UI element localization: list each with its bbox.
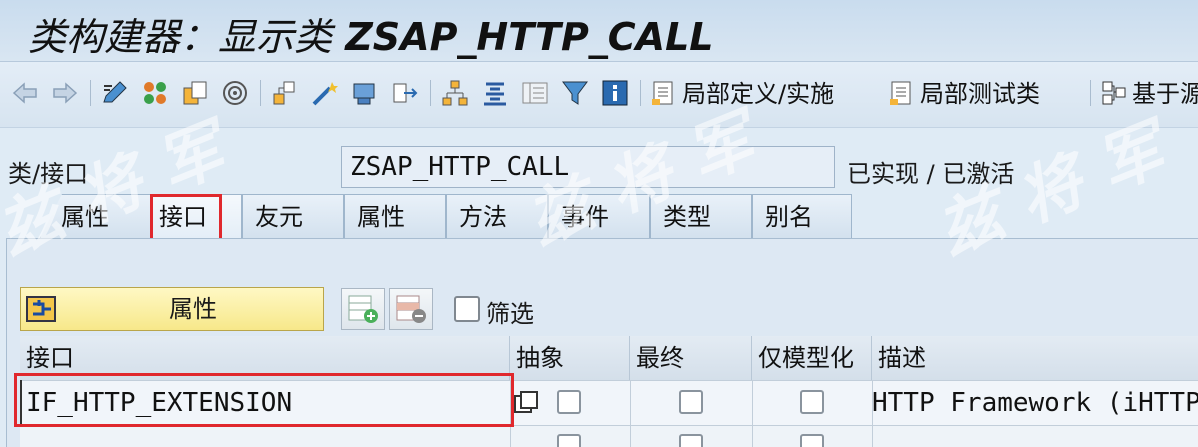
insert-row-button[interactable] xyxy=(341,288,385,330)
title-prefix: 类构建器：显示类 xyxy=(28,15,333,59)
magic-wand-icon[interactable] xyxy=(310,78,340,108)
delete-row-button[interactable] xyxy=(389,288,433,330)
tab-friends[interactable]: 友元 xyxy=(242,194,344,238)
tab-methods[interactable]: 方法 xyxy=(446,194,548,238)
description-cell[interactable]: HTTP Framework (iHTTP xyxy=(872,380,1198,426)
tab-types[interactable]: 类型 xyxy=(650,194,752,238)
table-row xyxy=(20,426,1198,447)
tab-label: 属性 xyxy=(357,203,405,231)
tab-label: 别名 xyxy=(765,203,813,231)
local-test-classes-label: 局部测试类 xyxy=(920,80,1040,108)
local-definitions-label: 局部定义/实施 xyxy=(682,80,835,108)
column-header-abstract[interactable]: 抽象 xyxy=(510,336,630,380)
column-divider xyxy=(752,380,753,447)
activation-status: 已实现 / 已激活 xyxy=(847,160,1015,188)
abstract-checkbox[interactable] xyxy=(557,390,581,414)
modeled-only-checkbox[interactable] xyxy=(800,390,824,414)
tab-label: 方法 xyxy=(459,203,507,231)
document-list-icon xyxy=(890,81,911,105)
tab-aliases[interactable]: 别名 xyxy=(752,194,852,238)
row-highlight-box xyxy=(14,373,514,427)
toolbar-separator xyxy=(90,80,91,106)
detail-view-icon[interactable] xyxy=(513,390,539,416)
tab-attributes[interactable]: 属性 xyxy=(344,194,446,238)
tab-strip: 属性 接口 友元 属性 方法 事件 类型 别名 xyxy=(0,194,900,238)
tab-highlight-box xyxy=(150,194,222,241)
toolbar-separator xyxy=(430,80,431,106)
other-object-icon[interactable] xyxy=(180,78,210,108)
attributes-button[interactable]: 属性 xyxy=(20,287,324,331)
toolbar-separator xyxy=(1090,80,1091,106)
insert-row-icon xyxy=(348,295,378,323)
object-list-icon[interactable] xyxy=(140,78,170,108)
tab-label: 类型 xyxy=(663,203,711,231)
attributes-button-label: 属性 xyxy=(169,295,217,323)
filter-checkbox[interactable] xyxy=(454,296,480,322)
forward-arrow-icon[interactable] xyxy=(50,78,80,108)
delete-row-icon xyxy=(396,295,426,323)
local-test-classes-button[interactable]: 局部测试类 xyxy=(888,78,1040,110)
where-used-icon[interactable] xyxy=(220,78,250,108)
filter-icon[interactable] xyxy=(560,78,590,108)
application-toolbar: 局部定义/实施 局部测试类 基于源 xyxy=(0,62,1198,128)
back-arrow-icon[interactable] xyxy=(10,78,40,108)
hierarchy-icon[interactable] xyxy=(270,78,300,108)
abstract-checkbox[interactable] xyxy=(557,434,581,447)
tree-icon[interactable] xyxy=(440,78,470,108)
column-header-final[interactable]: 最终 xyxy=(630,336,752,380)
filter-label: 筛选 xyxy=(486,300,534,328)
modeled-only-checkbox[interactable] xyxy=(800,434,824,447)
tab-label: 属性 xyxy=(61,203,109,231)
tab-properties[interactable]: 属性 xyxy=(40,194,152,238)
based-on-source-label: 基于源 xyxy=(1132,80,1198,108)
final-checkbox[interactable] xyxy=(679,390,703,414)
attribute-icon xyxy=(26,296,56,322)
class-name-field[interactable]: ZSAP_HTTP_CALL xyxy=(341,146,835,188)
align-icon[interactable] xyxy=(480,78,510,108)
local-definitions-button[interactable]: 局部定义/实施 xyxy=(650,78,834,110)
edit-toggle-icon[interactable] xyxy=(100,78,130,108)
source-structure-icon xyxy=(1102,81,1126,105)
tab-events[interactable]: 事件 xyxy=(548,194,650,238)
class-interface-label: 类/接口 xyxy=(8,160,89,188)
title-bar: 类构建器：显示类 ZSAP_HTTP_CALL xyxy=(0,0,1198,62)
navigate-icon[interactable] xyxy=(390,78,420,108)
toolbar-separator xyxy=(260,80,261,106)
document-list-icon xyxy=(652,81,673,105)
based-on-source-button[interactable]: 基于源 xyxy=(1100,78,1198,110)
window-title: 类构建器：显示类 ZSAP_HTTP_CALL xyxy=(28,6,714,61)
final-checkbox[interactable] xyxy=(679,434,703,447)
title-class-name: ZSAP_HTTP_CALL xyxy=(345,15,714,59)
display-object-icon[interactable] xyxy=(350,78,380,108)
column-header-modeled-only[interactable]: 仅模型化 xyxy=(752,336,872,380)
column-divider xyxy=(630,380,631,447)
column-header-description[interactable]: 描述 xyxy=(872,336,1198,380)
toolbar-separator xyxy=(640,80,641,106)
tab-label: 友元 xyxy=(255,203,303,231)
tab-label: 事件 xyxy=(561,203,609,231)
layout-icon[interactable] xyxy=(520,78,550,108)
info-icon[interactable] xyxy=(600,78,630,108)
